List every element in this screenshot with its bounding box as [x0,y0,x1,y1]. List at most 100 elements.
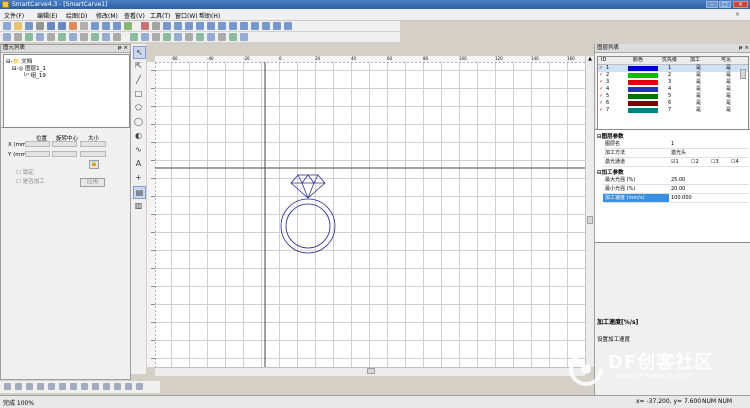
image-icon[interactable]: ▤ [133,186,146,199]
layer-visible[interactable]: 是 [726,107,731,114]
toolbar-button[interactable] [262,22,270,30]
toolbar-button[interactable] [163,22,171,30]
layer-visible[interactable]: 是 [726,86,731,93]
vertical-scrollbar[interactable]: ▲ [585,56,594,367]
layer-process[interactable]: 是 [696,100,701,107]
layer-color-swatch[interactable] [628,87,658,92]
layer-check-icon[interactable]: ✓ [599,107,603,114]
toolbar-button[interactable] [141,33,149,41]
toolbar-button[interactable] [14,22,22,30]
layer-check-icon[interactable]: ✓ [599,79,603,86]
toolbar-button[interactable] [141,22,149,30]
align-button[interactable] [15,383,22,390]
mdi-close-icon[interactable]: × [735,11,740,18]
toolbar-button[interactable] [113,33,121,41]
toolbar-button[interactable] [130,33,138,41]
layer-visible[interactable]: 是 [726,93,731,100]
toolbar-button[interactable] [47,33,55,41]
align-button[interactable] [59,383,66,390]
toolbar-button[interactable] [14,33,22,41]
layer-visible[interactable]: 是 [726,100,731,107]
toolbar-button[interactable] [240,22,248,30]
toolbar-button[interactable] [25,22,33,30]
layer-check-icon[interactable]: ✓ [599,72,603,79]
align-button[interactable] [37,383,44,390]
point-icon[interactable]: + [133,172,144,183]
lock-checkbox[interactable]: ☐ 锁定 [16,168,34,176]
layer-check-icon[interactable]: ✓ [599,93,603,100]
layer-color-swatch[interactable] [628,80,658,85]
maximize-button[interactable]: □ [719,1,731,8]
layer-check-icon[interactable]: ✓ [599,65,603,72]
align-button[interactable] [81,383,88,390]
layer-row[interactable]: ✓ 1 1 是是 [598,65,748,72]
layer-visible[interactable]: 是 [726,65,731,72]
layer-visible[interactable]: 是 [726,79,731,86]
layer-process[interactable]: 是 [696,79,701,86]
toolbar-button[interactable] [124,22,132,30]
pin-icon[interactable]: ᵽ × [118,45,128,52]
ring-drawing[interactable] [280,174,336,254]
toolbar-button[interactable] [273,22,281,30]
param-row-min-power[interactable]: 最小光强 (%) 20.00 [603,185,749,194]
apply-button[interactable]: 应用 [80,178,105,187]
channel-checkbox-3[interactable]: ☐3 [711,158,719,166]
toolbar-button[interactable] [47,22,55,30]
toolbar-button[interactable] [69,22,77,30]
toolbar-button[interactable] [69,33,77,41]
polyline-icon[interactable]: ╱ [133,74,144,85]
scroll-up-icon[interactable]: ▲ [587,56,593,62]
y-size-field[interactable] [80,151,106,157]
toolbar-button[interactable] [25,33,33,41]
x-rotate-field[interactable] [52,141,77,147]
toolbar-button[interactable] [36,22,44,30]
toolbar-button[interactable] [229,22,237,30]
toolbar-button[interactable] [152,33,160,41]
toolbar-button[interactable] [91,33,99,41]
layer-process[interactable]: 是 [696,93,701,100]
layer-table-scroll-thumb[interactable] [740,69,746,79]
layer-row[interactable]: ✓ 7 7 是是 [598,107,748,114]
menu-tools[interactable]: 工具(T) [150,11,170,20]
toolbar-button[interactable] [3,22,11,30]
layer-color-swatch[interactable] [628,101,658,106]
toolbar-button[interactable] [185,22,193,30]
layer-color-swatch[interactable] [628,108,658,113]
layer-row[interactable]: ✓ 6 6 是是 [598,100,748,107]
align-button[interactable] [92,383,99,390]
toolbar-button[interactable] [36,33,44,41]
toolbar-button[interactable] [80,22,88,30]
align-button[interactable] [114,383,121,390]
menu-file[interactable]: 文件(F) [4,11,24,20]
param-row-speed[interactable]: 加工速度 (mm/s) 100.000 [603,194,749,203]
arc-icon[interactable]: ◐ [133,130,144,141]
x-position-field[interactable] [25,141,50,147]
bezier-icon[interactable]: ∿ [133,144,144,155]
menu-modify[interactable]: 修改(M) [96,11,118,20]
layer-check-icon[interactable]: ✓ [599,100,603,107]
layer-process[interactable]: 是 [696,72,701,79]
toolbar-button[interactable] [58,33,66,41]
menu-window[interactable]: 窗口(W) [175,11,198,20]
channel-checkbox-4[interactable]: ☐4 [731,158,739,166]
toolbar-button[interactable] [196,22,204,30]
align-button[interactable] [26,383,33,390]
toolbar-button[interactable] [174,33,182,41]
param-row-channel[interactable]: 激光通道 ☑1 ☐2 ☐3 ☐4 [603,158,749,167]
layer-process[interactable]: 是 [696,107,701,114]
horizontal-scrollbar[interactable] [155,367,585,376]
minimize-button[interactable]: – [706,1,718,8]
text-tool-icon[interactable]: A [133,158,144,169]
y-rotate-field[interactable] [52,151,77,157]
toolbar-button[interactable] [207,33,215,41]
layer-color-swatch[interactable] [628,66,658,71]
lock-ratio-button[interactable]: 🔒 [89,160,99,169]
toolbar-button[interactable] [229,33,237,41]
layer-check-icon[interactable]: ✓ [599,86,603,93]
toolbar-button[interactable] [207,22,215,30]
align-button[interactable] [70,383,77,390]
layer-row[interactable]: ✓ 3 3 是是 [598,79,748,86]
x-size-field[interactable] [80,141,106,147]
polygon-icon[interactable]: ⬠ [133,102,144,113]
select-tool-icon[interactable]: ↖ [133,46,146,59]
